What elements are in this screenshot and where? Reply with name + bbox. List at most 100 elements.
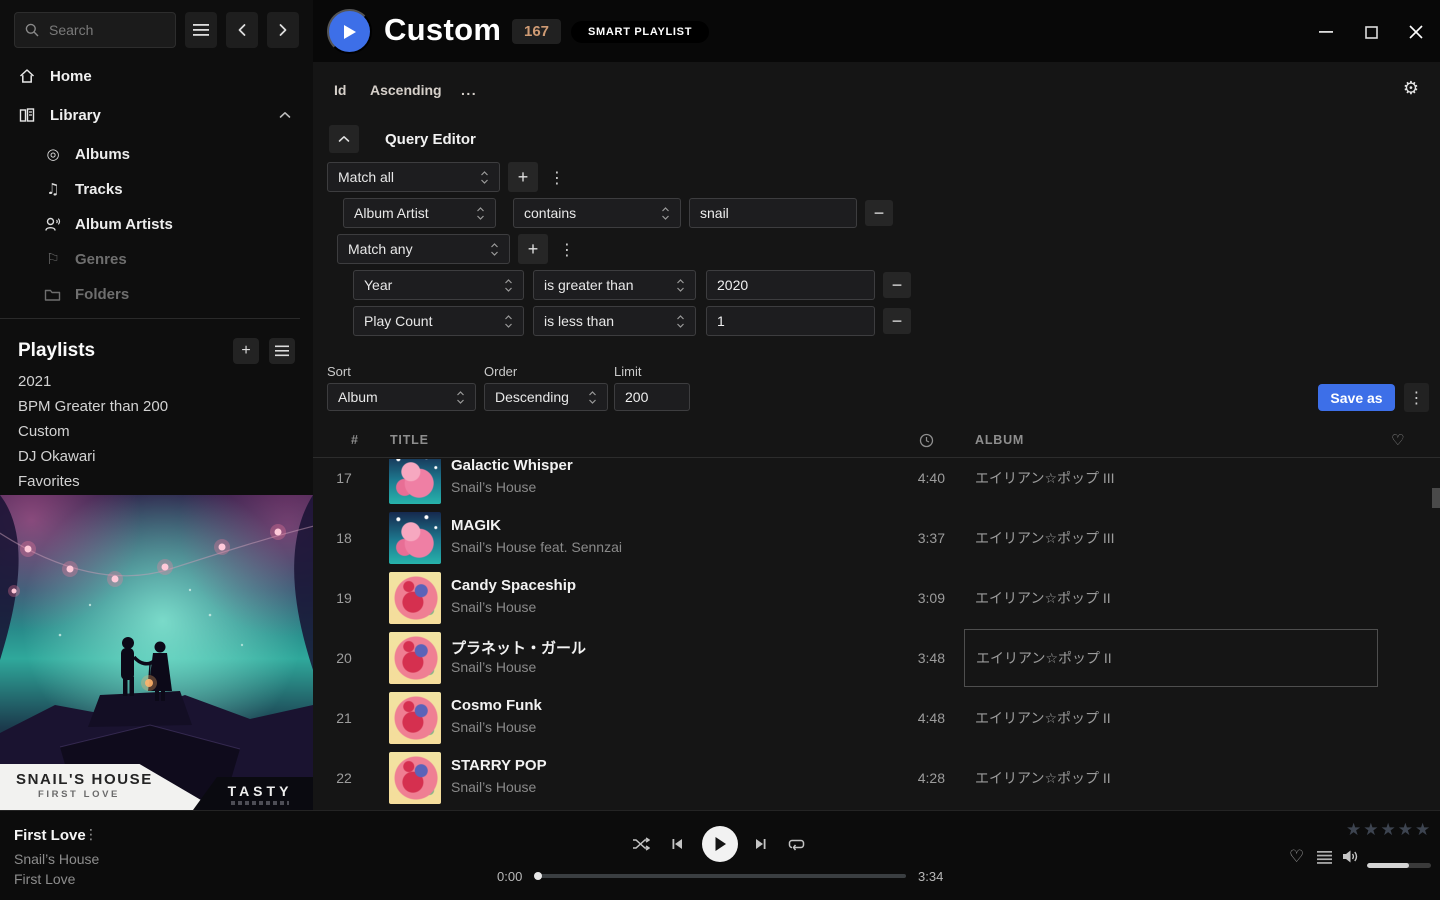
sort-select[interactable]: Album xyxy=(327,383,476,411)
sidebar-item-folders[interactable]: Folders xyxy=(0,281,313,307)
star-icon[interactable]: ★ xyxy=(1415,820,1430,840)
next-track-button[interactable] xyxy=(754,837,768,851)
add-rule-button-group2[interactable]: + xyxy=(518,234,548,264)
star-icon[interactable]: ★ xyxy=(1346,820,1361,840)
track-duration: 3:09 xyxy=(871,568,945,628)
queue-button[interactable] xyxy=(1317,851,1332,864)
track-album-cell[interactable]: エイリアン☆ポップ II xyxy=(964,749,1378,807)
add-playlist-button[interactable]: + xyxy=(233,338,259,364)
rule3-field-select[interactable]: Play Count xyxy=(353,306,524,336)
save-as-button[interactable]: Save as xyxy=(1318,384,1395,411)
previous-track-button[interactable] xyxy=(670,837,684,851)
sort-order-button[interactable]: Ascending xyxy=(370,82,442,98)
sidebar-playlist-item[interactable]: Custom xyxy=(18,419,313,444)
remove-rule3-button[interactable]: − xyxy=(883,308,911,334)
rule3-value-input[interactable] xyxy=(706,306,875,336)
track-album-cell[interactable]: エイリアン☆ポップ III xyxy=(964,509,1378,567)
favorite-column-heart-icon[interactable]: ♡ xyxy=(1391,431,1405,449)
seek-thumb[interactable] xyxy=(534,872,542,880)
track-album-cell[interactable]: エイリアン☆ポップ II xyxy=(964,689,1378,747)
track-count-badge: 167 xyxy=(512,19,561,44)
sidebar-playlist-item[interactable]: Favorites xyxy=(18,469,313,494)
track-album-cell[interactable]: エイリアン☆ポップ II xyxy=(964,629,1378,687)
sidebar-playlist-item[interactable]: DJ Okawari xyxy=(18,444,313,469)
previous-icon xyxy=(670,837,684,851)
favorite-heart-icon[interactable]: ♡ xyxy=(1289,847,1304,867)
track-album-cell[interactable]: エイリアン☆ポップ III xyxy=(964,459,1378,507)
nav-forward-button[interactable] xyxy=(267,12,299,48)
close-button[interactable] xyxy=(1408,24,1424,40)
rule2-operator-select[interactable]: is greater than xyxy=(533,270,696,300)
rule3-operator-select[interactable]: is less than xyxy=(533,306,696,336)
chevron-up-icon[interactable] xyxy=(279,111,291,119)
now-playing-menu-button[interactable]: ⋮ xyxy=(84,827,98,843)
playlist-menu-button[interactable] xyxy=(269,338,295,364)
select-value: Play Count xyxy=(364,313,432,329)
more-options-button[interactable]: ... xyxy=(461,82,477,98)
seek-bar[interactable] xyxy=(535,874,906,878)
match-select-group2[interactable]: Match any xyxy=(337,234,510,264)
scrollbar-thumb[interactable] xyxy=(1432,488,1440,508)
rule2-value-input[interactable] xyxy=(706,270,875,300)
column-number[interactable]: # xyxy=(351,433,359,447)
track-number: 21 xyxy=(313,688,375,748)
limit-input[interactable] xyxy=(614,383,690,411)
list-icon xyxy=(275,345,289,357)
shuffle-button[interactable] xyxy=(632,837,650,851)
sort-field-button[interactable]: Id xyxy=(334,82,346,98)
table-row[interactable]: 18 MAGIK Snail’s House feat. Sennzai 3:3… xyxy=(313,508,1432,568)
sidebar-item-home[interactable]: Home xyxy=(0,62,313,90)
sidebar-item-library[interactable]: Library xyxy=(0,101,313,129)
match-select-group1[interactable]: Match all xyxy=(327,162,500,192)
add-rule-button-group1[interactable]: + xyxy=(508,162,538,192)
rule2-field-select[interactable]: Year xyxy=(353,270,524,300)
rule1-value-input[interactable] xyxy=(689,198,857,228)
search-box[interactable] xyxy=(14,12,176,48)
menu-button[interactable] xyxy=(185,12,217,48)
group1-menu-button[interactable]: ⋮ xyxy=(549,168,565,187)
rule1-operator-select[interactable]: contains xyxy=(513,198,681,228)
track-album-cell[interactable]: エイリアン☆ポップ II xyxy=(964,569,1378,627)
album-art-thumb xyxy=(389,459,441,504)
track-artist: Snail’s House feat. Sennzai xyxy=(451,539,622,555)
table-row[interactable]: 17 Galactic Whisper Snail’s House 4:40 エ… xyxy=(313,459,1432,508)
play-playlist-button[interactable] xyxy=(327,9,372,54)
settings-gear-icon[interactable]: ⚙ xyxy=(1403,78,1419,99)
sidebar-item-genres[interactable]: ⚐ Genres xyxy=(0,246,313,272)
sidebar-item-albums[interactable]: ◎ Albums xyxy=(0,141,313,167)
track-artist: Snail’s House xyxy=(451,719,536,735)
star-icon[interactable]: ★ xyxy=(1363,820,1378,840)
nav-back-button[interactable] xyxy=(226,12,258,48)
search-input[interactable] xyxy=(47,21,165,39)
sidebar-item-tracks[interactable]: ♫ Tracks xyxy=(0,176,313,202)
duration-column-clock-icon[interactable] xyxy=(919,433,934,448)
volume-slider[interactable] xyxy=(1367,863,1431,868)
remove-rule1-button[interactable]: − xyxy=(865,200,893,226)
column-album[interactable]: ALBUM xyxy=(975,433,1024,447)
select-spinner-icon xyxy=(456,390,465,405)
query-editor-collapse-button[interactable] xyxy=(329,125,359,153)
save-menu-button[interactable]: ⋮ xyxy=(1404,383,1429,412)
table-row[interactable]: 20 プラネット・ガール Snail’s House 3:48 エイリアン☆ポッ… xyxy=(313,628,1432,688)
now-playing-art[interactable]: SNAIL'S HOUSE FIRST LOVE TASTY xyxy=(0,495,313,810)
table-row[interactable]: 21 Cosmo Funk Snail’s House 4:48 エイリアン☆ポ… xyxy=(313,688,1432,748)
table-row[interactable]: 19 Candy Spaceship Snail’s House 3:09 エイ… xyxy=(313,568,1432,628)
sidebar-playlist-item[interactable]: BPM Greater than 200 xyxy=(18,394,313,419)
group2-menu-button[interactable]: ⋮ xyxy=(559,240,575,259)
sidebar-playlist-item[interactable]: 2021 xyxy=(18,369,313,394)
star-icon[interactable]: ★ xyxy=(1381,820,1396,840)
maximize-button[interactable] xyxy=(1363,24,1379,40)
star-icon[interactable]: ★ xyxy=(1398,820,1413,840)
column-title[interactable]: TITLE xyxy=(390,433,429,447)
sidebar-item-album-artists[interactable]: Album Artists xyxy=(0,211,313,237)
select-spinner-icon xyxy=(661,206,670,221)
minimize-button[interactable] xyxy=(1318,24,1334,40)
order-select[interactable]: Descending xyxy=(484,383,608,411)
repeat-button[interactable] xyxy=(788,837,805,851)
remove-rule2-button[interactable]: − xyxy=(883,272,911,298)
play-pause-button[interactable] xyxy=(702,826,738,862)
rule1-field-select[interactable]: Album Artist xyxy=(343,198,496,228)
track-title: プラネット・ガール xyxy=(451,637,586,658)
volume-button[interactable] xyxy=(1342,849,1359,864)
table-row[interactable]: 22 STARRY POP Snail’s House 4:28 エイリアン☆ポ… xyxy=(313,748,1432,808)
